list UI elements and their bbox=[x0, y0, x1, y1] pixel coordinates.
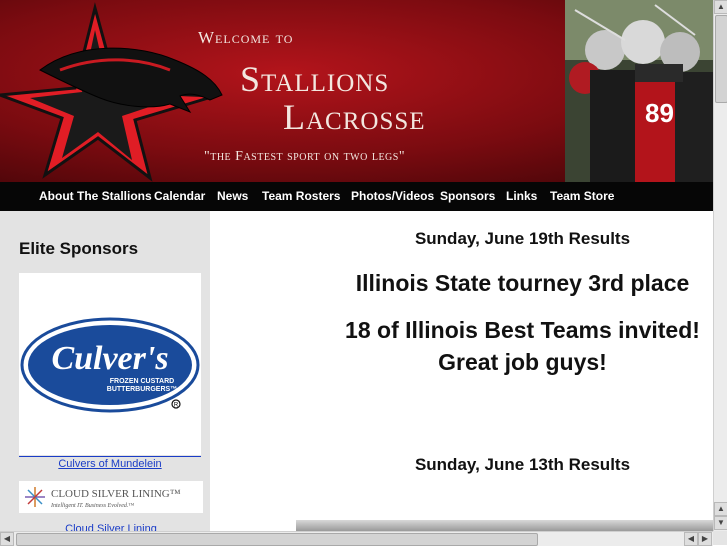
site-title-line2: Lacrosse bbox=[283, 97, 426, 137]
culvers-logo-subtext1: FROZEN CUSTARD bbox=[110, 378, 174, 385]
nav-calendar[interactable]: Calendar bbox=[154, 189, 205, 203]
scroll-left-icon-right[interactable]: ◀ bbox=[684, 532, 698, 546]
cloud-silver-lining-logo[interactable]: CLOUD SILVER LINING™ Intelligent IT. Bus… bbox=[19, 481, 203, 513]
jersey-number: 89 bbox=[645, 98, 674, 128]
nav-sponsors[interactable]: Sponsors bbox=[440, 189, 495, 203]
horizontal-scroll-thumb[interactable] bbox=[16, 533, 538, 546]
nav-team-rosters[interactable]: Team Rosters bbox=[262, 189, 340, 203]
csl-logo-text: CLOUD SILVER LINING™ bbox=[51, 488, 181, 500]
culvers-logo-graphic: Culver's FROZEN CUSTARD BUTTERBURGERS™ R bbox=[20, 317, 200, 413]
main-nav: About The Stallions Calendar News Team R… bbox=[0, 182, 713, 211]
csl-logo-subtext: Intelligent IT. Business Evolved.™ bbox=[50, 503, 134, 509]
elite-sponsors-title: Elite Sponsors bbox=[19, 239, 139, 258]
scroll-up-icon[interactable]: ▲ bbox=[714, 0, 727, 14]
vertical-scroll-thumb[interactable] bbox=[715, 15, 727, 103]
vertical-scrollbar[interactable]: ▲ ▲ ▼ bbox=[713, 0, 727, 531]
scroll-right-icon[interactable]: ▶ bbox=[698, 532, 712, 546]
results-heading-june-13: Sunday, June 13th Results bbox=[414, 455, 631, 474]
culvers-logo-subtext2: BUTTERBURGERS™ bbox=[107, 386, 177, 393]
great-job-text: Great job guys! bbox=[438, 349, 607, 375]
scroll-left-icon[interactable]: ◀ bbox=[0, 532, 14, 546]
teams-invited-text: 18 of Illinois Best Teams invited! bbox=[345, 317, 700, 343]
culvers-link[interactable]: Culvers of Mundelein bbox=[19, 456, 201, 470]
results-heading-june-19: Sunday, June 19th Results bbox=[414, 229, 631, 248]
main-content: Sunday, June 19th Results Illinois State… bbox=[210, 211, 713, 531]
site-title-line1: Stallions bbox=[240, 59, 390, 99]
nav-photos-videos[interactable]: Photos/Videos bbox=[351, 189, 434, 203]
site-header: Welcome to Stallions Lacrosse "the Faste… bbox=[0, 0, 713, 182]
sidebar: Elite Sponsors Culver's FROZEN CUSTARD B… bbox=[0, 211, 210, 535]
culvers-logo[interactable]: Culver's FROZEN CUSTARD BUTTERBURGERS™ R bbox=[19, 273, 201, 455]
tourney-result-text: Illinois State tourney 3rd place bbox=[355, 270, 690, 296]
svg-text:R: R bbox=[174, 403, 179, 409]
photo-strip bbox=[296, 520, 713, 531]
cloud-silver-lining-graphic: CLOUD SILVER LINING™ Intelligent IT. Bus… bbox=[25, 487, 181, 509]
nav-links[interactable]: Links bbox=[506, 189, 537, 203]
scrollbar-corner bbox=[713, 531, 727, 545]
team-photo-graphic: 89 bbox=[565, 0, 713, 182]
team-photo: 89 bbox=[565, 0, 713, 182]
site-tagline: "the Fastest sport on two legs" bbox=[204, 149, 406, 164]
horizontal-scrollbar[interactable]: ◀ ◀ ▶ bbox=[0, 531, 713, 546]
scroll-up-icon-bottom[interactable]: ▲ bbox=[714, 502, 727, 516]
nav-about[interactable]: About The Stallions bbox=[39, 189, 152, 203]
scroll-down-icon[interactable]: ▼ bbox=[714, 516, 727, 530]
culvers-logo-text: Culver's bbox=[51, 340, 168, 377]
welcome-text: Welcome to bbox=[198, 28, 294, 47]
nav-team-store[interactable]: Team Store bbox=[550, 189, 614, 203]
nav-news[interactable]: News bbox=[217, 189, 248, 203]
